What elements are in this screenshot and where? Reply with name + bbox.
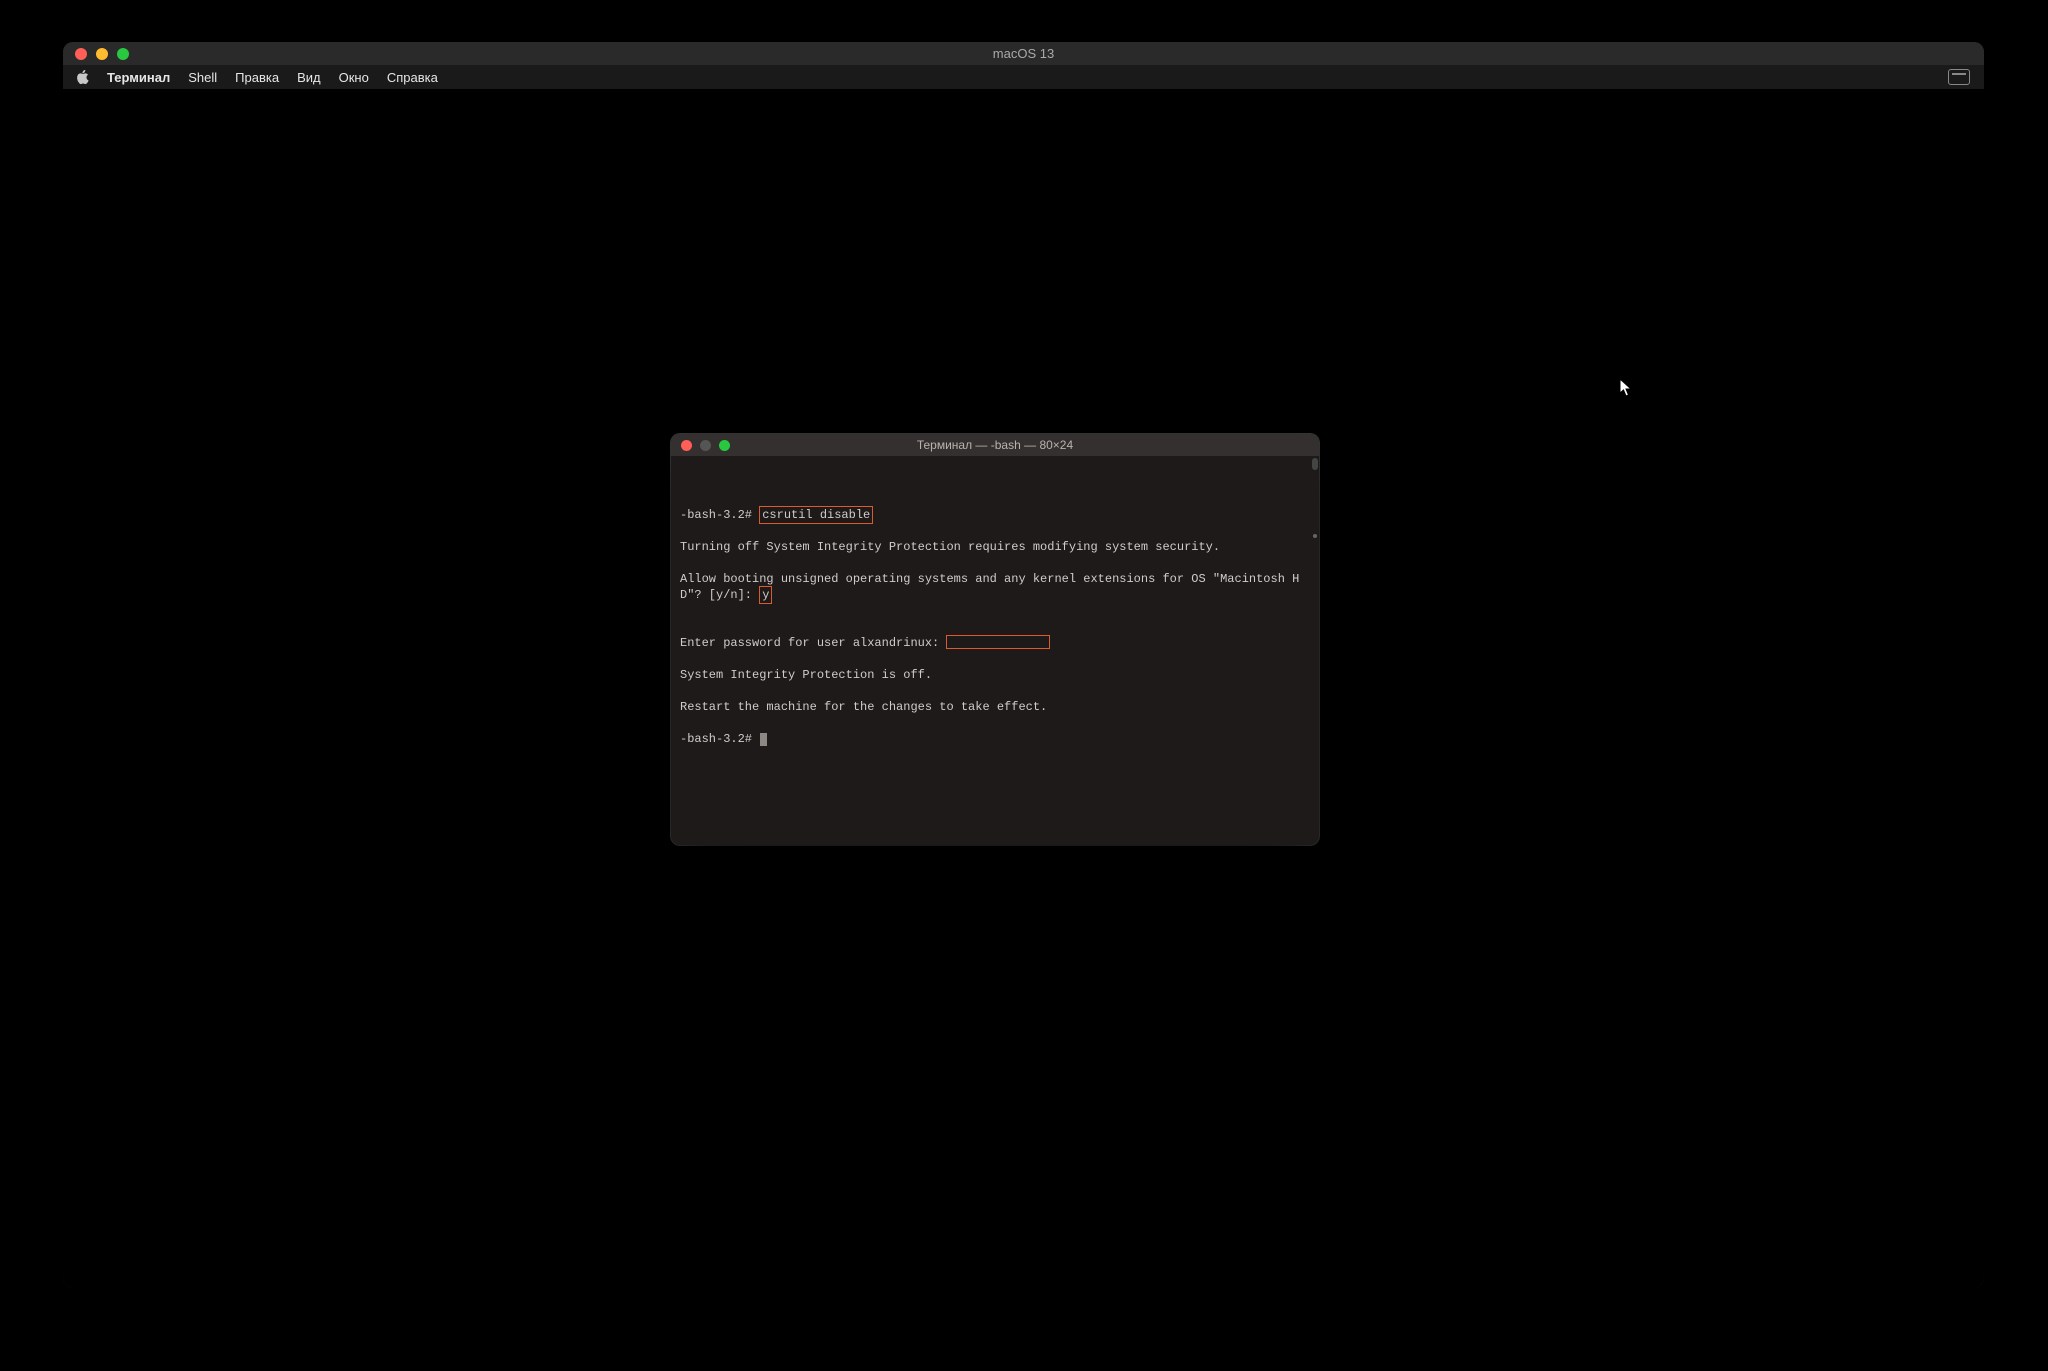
terminal-title: Терминал — -bash — 80×24 bbox=[671, 438, 1319, 452]
terminal-line: Turning off System Integrity Protection … bbox=[680, 539, 1309, 555]
highlight-command: csrutil disable bbox=[759, 506, 873, 524]
prompt: -bash-3.2# bbox=[680, 732, 759, 746]
vm-title: macOS 13 bbox=[63, 46, 1984, 61]
terminal-line: -bash-3.2# bbox=[680, 731, 1309, 747]
terminal-window[interactable]: Терминал — -bash — 80×24 -bash-3.2# csru… bbox=[671, 434, 1319, 845]
terminal-titlebar[interactable]: Терминал — -bash — 80×24 bbox=[671, 434, 1319, 456]
highlight-answer: y bbox=[759, 586, 772, 604]
vm-desktop[interactable]: Терминал — -bash — 80×24 -bash-3.2# csru… bbox=[63, 89, 1984, 1288]
output-text: Allow booting unsigned operating systems… bbox=[680, 572, 1299, 602]
terminal-line: Restart the machine for the changes to t… bbox=[680, 699, 1309, 715]
menu-shell[interactable]: Shell bbox=[188, 70, 217, 85]
prompt: -bash-3.2# bbox=[680, 508, 759, 522]
vm-menubar[interactable]: Терминал Shell Правка Вид Окно Справка bbox=[63, 65, 1984, 89]
mouse-cursor-icon bbox=[1619, 378, 1633, 398]
highlight-password-field bbox=[946, 635, 1050, 649]
output-text: Enter password for user alxandrinux: bbox=[680, 636, 946, 650]
cursor-icon bbox=[760, 733, 767, 746]
terminal-line: System Integrity Protection is off. bbox=[680, 667, 1309, 683]
terminal-line: Enter password for user alxandrinux: bbox=[680, 635, 1309, 651]
apple-menu-icon[interactable] bbox=[75, 70, 89, 84]
vm-titlebar[interactable]: macOS 13 bbox=[63, 42, 1984, 65]
scrollbar-thumb[interactable] bbox=[1312, 458, 1318, 470]
terminal-line: -bash-3.2# csrutil disable bbox=[680, 507, 1309, 523]
terminal-line: Allow booting unsigned operating systems… bbox=[680, 571, 1309, 603]
vm-window: macOS 13 Терминал Shell Правка Вид Окно … bbox=[63, 42, 1984, 1288]
menu-window[interactable]: Окно bbox=[339, 70, 369, 85]
scrollbar-mark bbox=[1313, 534, 1317, 538]
menu-view[interactable]: Вид bbox=[297, 70, 321, 85]
terminal-body[interactable]: -bash-3.2# csrutil disable Turning off S… bbox=[671, 456, 1319, 787]
menu-help[interactable]: Справка bbox=[387, 70, 438, 85]
menu-app[interactable]: Терминал bbox=[107, 70, 170, 85]
menu-edit[interactable]: Правка bbox=[235, 70, 279, 85]
keyboard-input-icon[interactable] bbox=[1948, 69, 1970, 85]
